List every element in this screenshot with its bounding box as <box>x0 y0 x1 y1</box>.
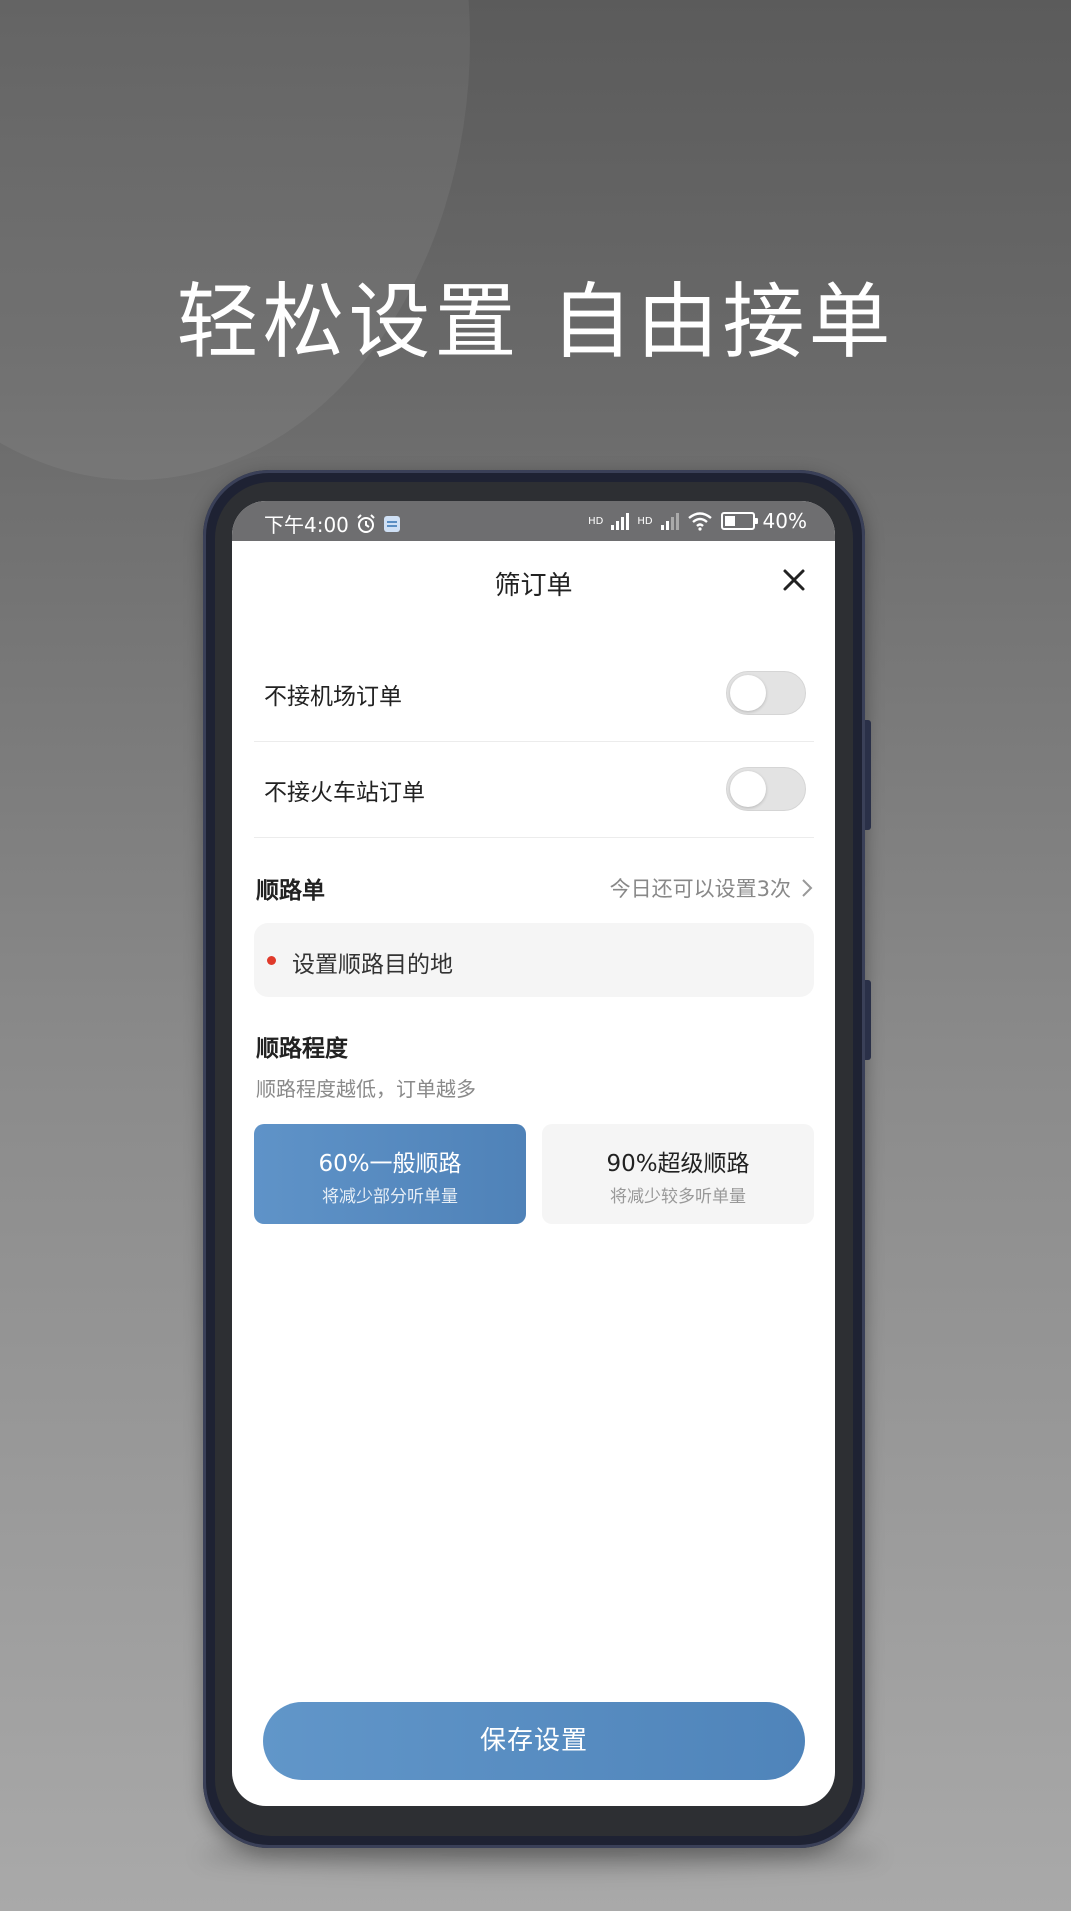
signal-icon <box>611 512 630 530</box>
dialog-title: 筛订单 <box>494 571 573 601</box>
route-level-option-90[interactable]: 90%超级顺路 将减少较多听单量 <box>542 1124 814 1224</box>
battery-icon <box>720 512 758 530</box>
route-destination-field[interactable]: 设置顺路目的地 <box>254 923 814 997</box>
status-bar-right: HD HD 40% <box>588 509 807 533</box>
promo-headline: 轻松设置 自由接单 <box>176 275 895 370</box>
destination-dot-icon <box>267 956 276 965</box>
route-level-option-label: 60%一般顺路 <box>318 1151 462 1177</box>
train-station-filter-label: 不接火车站订单 <box>264 780 425 806</box>
route-destination-placeholder: 设置顺路目的地 <box>292 952 453 978</box>
route-order-title: 顺路单 <box>256 878 325 904</box>
airport-filter-row: 不接机场订单 <box>254 645 814 742</box>
app-notification-icon <box>383 515 400 532</box>
wifi-icon <box>687 512 712 531</box>
route-level-option-sub: 将减少部分听单量 <box>322 1187 458 1207</box>
route-level-hint: 顺路程度越低，订单越多 <box>256 1077 476 1101</box>
toggle-knob <box>730 675 766 711</box>
network-label-1: HD <box>588 515 604 527</box>
route-level-option-60[interactable]: 60%一般顺路 将减少部分听单量 <box>254 1124 526 1224</box>
phone-power-button <box>865 980 871 1060</box>
route-order-remaining-link[interactable]: 今日还可以设置3次 <box>610 873 813 903</box>
train-station-filter-toggle[interactable] <box>726 767 806 811</box>
background-circle-decoration <box>0 0 470 480</box>
close-button[interactable] <box>777 563 811 597</box>
route-order-remaining-text: 今日还可以设置3次 <box>609 877 791 901</box>
network-label-2: HD <box>637 515 653 527</box>
airport-filter-toggle[interactable] <box>726 671 806 715</box>
phone-volume-button <box>865 720 871 830</box>
airport-filter-label: 不接机场订单 <box>264 684 402 710</box>
phone-screen: 下午4:00 HD HD 40% 筛订单 不接机场订单 不接火车站订单 顺路单 … <box>232 501 835 1806</box>
signal-icon-secondary <box>660 512 679 530</box>
status-time: 下午4:00 <box>264 513 349 537</box>
alarm-clock-icon <box>357 513 375 533</box>
route-level-option-sub: 将减少较多听单量 <box>610 1187 746 1207</box>
route-level-title: 顺路程度 <box>256 1036 348 1062</box>
train-station-filter-row: 不接火车站订单 <box>254 741 814 838</box>
promo-page: 轻松设置 自由接单 下午4:00 HD HD 40% 筛订单 不接机场订单 不接… <box>0 0 1071 1911</box>
status-bar: 下午4:00 HD HD 40% <box>232 501 835 541</box>
battery-percentage: 40% <box>762 509 807 533</box>
status-bar-left: 下午4:00 <box>264 509 401 538</box>
close-icon <box>783 569 805 591</box>
toggle-knob <box>730 771 766 807</box>
save-settings-button[interactable]: 保存设置 <box>263 1702 805 1780</box>
chevron-right-icon <box>802 879 813 897</box>
route-level-option-label: 90%超级顺路 <box>606 1151 750 1177</box>
